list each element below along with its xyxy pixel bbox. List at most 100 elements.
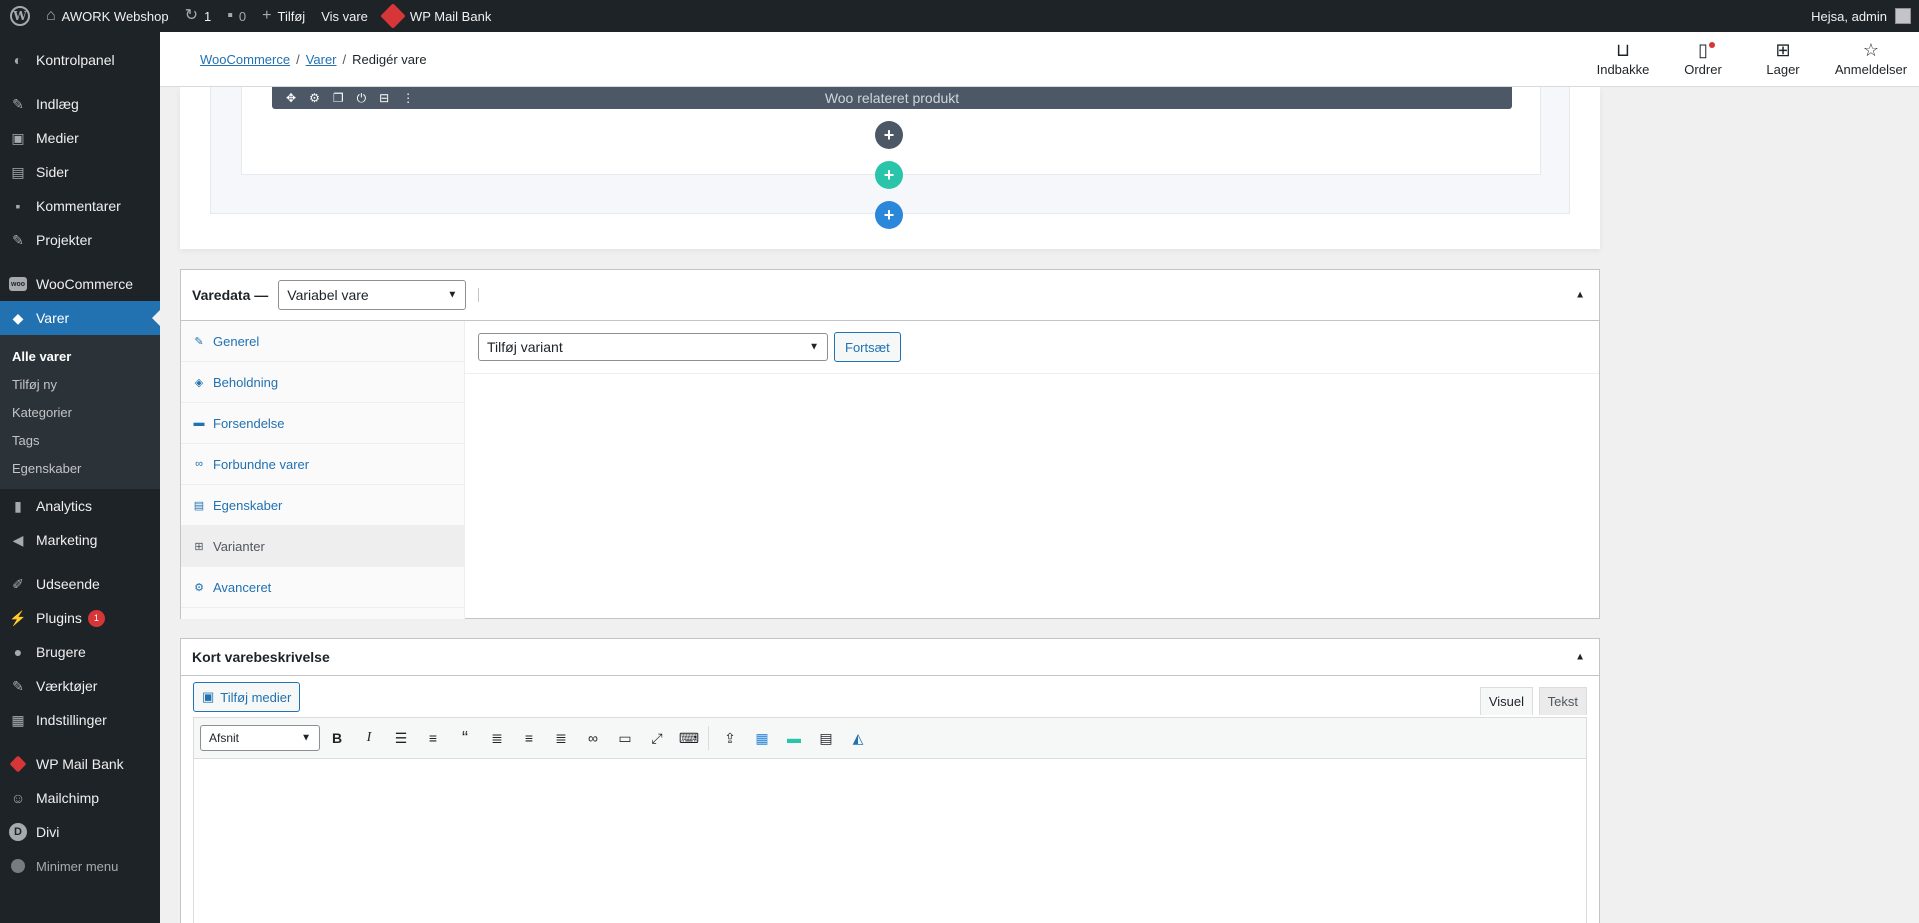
sidebar-item-settings[interactable]: ▦ Indstillinger [0,703,160,737]
breadcrumb-current: Redigér vare [352,51,427,67]
new-content-link[interactable]: + Tilføj [254,0,313,32]
link-button[interactable]: ∞ [578,723,608,753]
sidebar-item-tools[interactable]: ✎ Værktøjer [0,669,160,703]
new-label: Tilføj [277,8,306,24]
submenu-tags[interactable]: Tags [0,426,160,454]
tab-shipping[interactable]: ▬ Forsendelse [181,403,464,444]
tab-attributes[interactable]: ▤ Egenskaber [181,485,464,526]
collapse-toggle-icon[interactable]: ▲ [1575,652,1585,663]
add-row-button[interactable]: + [875,161,903,189]
updates-link[interactable]: ↻ 1 [177,0,220,32]
collapse-toggle-icon[interactable]: ▲ [1575,290,1585,301]
align-left-button[interactable]: ≣ [482,723,512,753]
activity-stock[interactable]: ⊞ Lager [1743,32,1823,87]
tab-label: Avanceret [213,579,272,595]
home-icon: ⌂ [46,7,56,24]
sidebar-item-dashboard[interactable]: ◐ Kontrolpanel [0,43,160,77]
align-right-button[interactable]: ≣ [546,723,576,753]
tab-variations[interactable]: ⊞ Varianter [181,526,464,567]
grid-icon: ⊞ [194,540,204,553]
mailbank-link[interactable]: WP Mail Bank [376,0,499,32]
pin-icon: ✎ [12,95,24,112]
sidebar-item-woocommerce[interactable]: woo WooCommerce [0,267,160,301]
sidebar-item-mailbank[interactable]: WP Mail Bank [0,747,160,781]
sidebar-item-users[interactable]: ● Brugere [0,635,160,669]
sidebar-item-plugins[interactable]: ⚡ Plugins 1 [0,601,160,635]
tab-advanced[interactable]: ⚙ Avanceret [181,567,464,608]
breadcrumb-products[interactable]: Varer [306,52,337,67]
sidebar-item-posts[interactable]: ✎ Indlæg [0,87,160,121]
submenu-all-products[interactable]: Alle varer [0,342,160,370]
megaphone-icon: ◀ [12,531,24,548]
numbered-list-button[interactable]: ≡ [418,723,448,753]
add-section-button[interactable]: + [875,201,903,229]
fullscreen-button[interactable]: ⤢ [642,723,672,753]
sidebar-item-mailchimp[interactable]: ☺ Mailchimp [0,781,160,815]
blockquote-button[interactable]: “ [450,723,480,753]
align-center-button[interactable]: ≡ [514,723,544,753]
site-name-link[interactable]: ⌂ AWORK Webshop [38,0,177,32]
editor-toolbar: Afsnit ▼ B I ☰ ≡ “ ≣ ≡ ≣ ∞ ▭ ⤢ ⌨ ⇪ ▦ ▬ ▤… [193,717,1587,759]
bullet-list-button[interactable]: ☰ [386,723,416,753]
activity-inbox[interactable]: ⊔ Indbakke [1583,32,1663,87]
comments-link[interactable]: ▪ 0 [219,0,254,32]
sidebar-item-label: Kommentarer [36,198,121,214]
tab-label: Forsendelse [213,415,285,431]
sidebar-item-analytics[interactable]: ▮ Analytics [0,489,160,523]
bold-button[interactable]: B [322,723,352,753]
tab-text[interactable]: Tekst [1538,687,1587,715]
format-select[interactable]: Afsnit ▼ [200,725,320,751]
sidebar-item-label: Kontrolpanel [36,52,115,68]
sidebar-item-label: Divi [36,824,60,840]
activity-orders[interactable]: ▯ Ordrer [1663,32,1743,87]
sidebar-item-label: Varer [36,310,70,326]
short-description-title: Kort varebeskrivelse [192,649,330,665]
tab-general[interactable]: ✎ Generel [181,321,464,362]
activity-reviews[interactable]: ☆ Anmeldelser [1823,32,1919,87]
sidebar-item-appearance[interactable]: ✐ Udseende [0,567,160,601]
sidebar-item-products[interactable]: ◆ Varer [0,301,160,335]
italic-button[interactable]: I [354,723,384,753]
add-module-button[interactable]: + [875,121,903,149]
user-shortcode-icon[interactable]: ◭ [843,723,873,753]
shortcode-grid-icon[interactable]: ▦ [747,723,777,753]
activity-panel: ⊔ Indbakke ▯ Ordrer ⊞ Lager ☆ Anmeldelse… [1583,32,1919,87]
editor-content-area[interactable] [193,759,1587,923]
account-menu[interactable]: Hejsa, admin [1811,8,1919,24]
wp-logo-menu[interactable]: W [0,0,38,32]
upload-icon[interactable]: ⇪ [715,723,745,753]
sidebar-item-comments[interactable]: ▪ Kommentarer [0,189,160,223]
mailchimp-icon: ☺ [10,790,26,806]
collapse-menu-button[interactable]: Minimer menu [0,849,160,883]
sidebar-item-projects[interactable]: ✎ Projekter [0,223,160,257]
shortcode-bar-icon[interactable]: ▬ [779,723,809,753]
tab-linked-products[interactable]: ∞ Forbundne varer [181,444,464,485]
sidebar-item-media[interactable]: ▣ Medier [0,121,160,155]
chevron-down-icon: ▼ [809,341,819,353]
tab-inventory[interactable]: ◈ Beholdning [181,362,464,403]
table-icon[interactable]: ▤ [811,723,841,753]
add-media-button[interactable]: ▣ Tilføj medier [193,682,301,712]
toolbar-toggle-button[interactable]: ⌨ [674,723,704,753]
sidebar-item-divi[interactable]: D Divi [0,815,160,849]
woocommerce-icon: woo [9,275,27,293]
view-product-link[interactable]: Vis vare [313,0,376,32]
view-label: Vis vare [321,8,368,24]
tab-visual[interactable]: Visuel [1479,687,1533,715]
sidebar-item-label: Analytics [36,498,93,514]
module-bar[interactable]: ✥ ⚙ ❐ ⏻ ⊟ ⋮ Woo relateret produkt [272,87,1512,109]
product-type-select[interactable]: Variabel vare ▼ [278,280,467,310]
sidebar-item-pages[interactable]: ▤ Sider [0,155,160,189]
submenu-add-new[interactable]: Tilføj ny [0,370,160,398]
submenu-categories[interactable]: Kategorier [0,398,160,426]
breadcrumb-woocommerce[interactable]: WooCommerce [200,52,290,67]
tag-icon: ◈ [194,376,204,389]
continue-button[interactable]: Fortsæt [834,332,901,362]
submenu-attributes[interactable]: Egenskaber [0,454,160,482]
gear-icon: ⚙ [194,581,204,594]
sidebar-item-marketing[interactable]: ◀ Marketing [0,523,160,557]
read-more-button[interactable]: ▭ [610,723,640,753]
add-variation-select[interactable]: Tilføj variant ▼ [478,333,828,361]
media-icon: ▣ [11,129,25,146]
list-icon: ▤ [193,499,205,512]
